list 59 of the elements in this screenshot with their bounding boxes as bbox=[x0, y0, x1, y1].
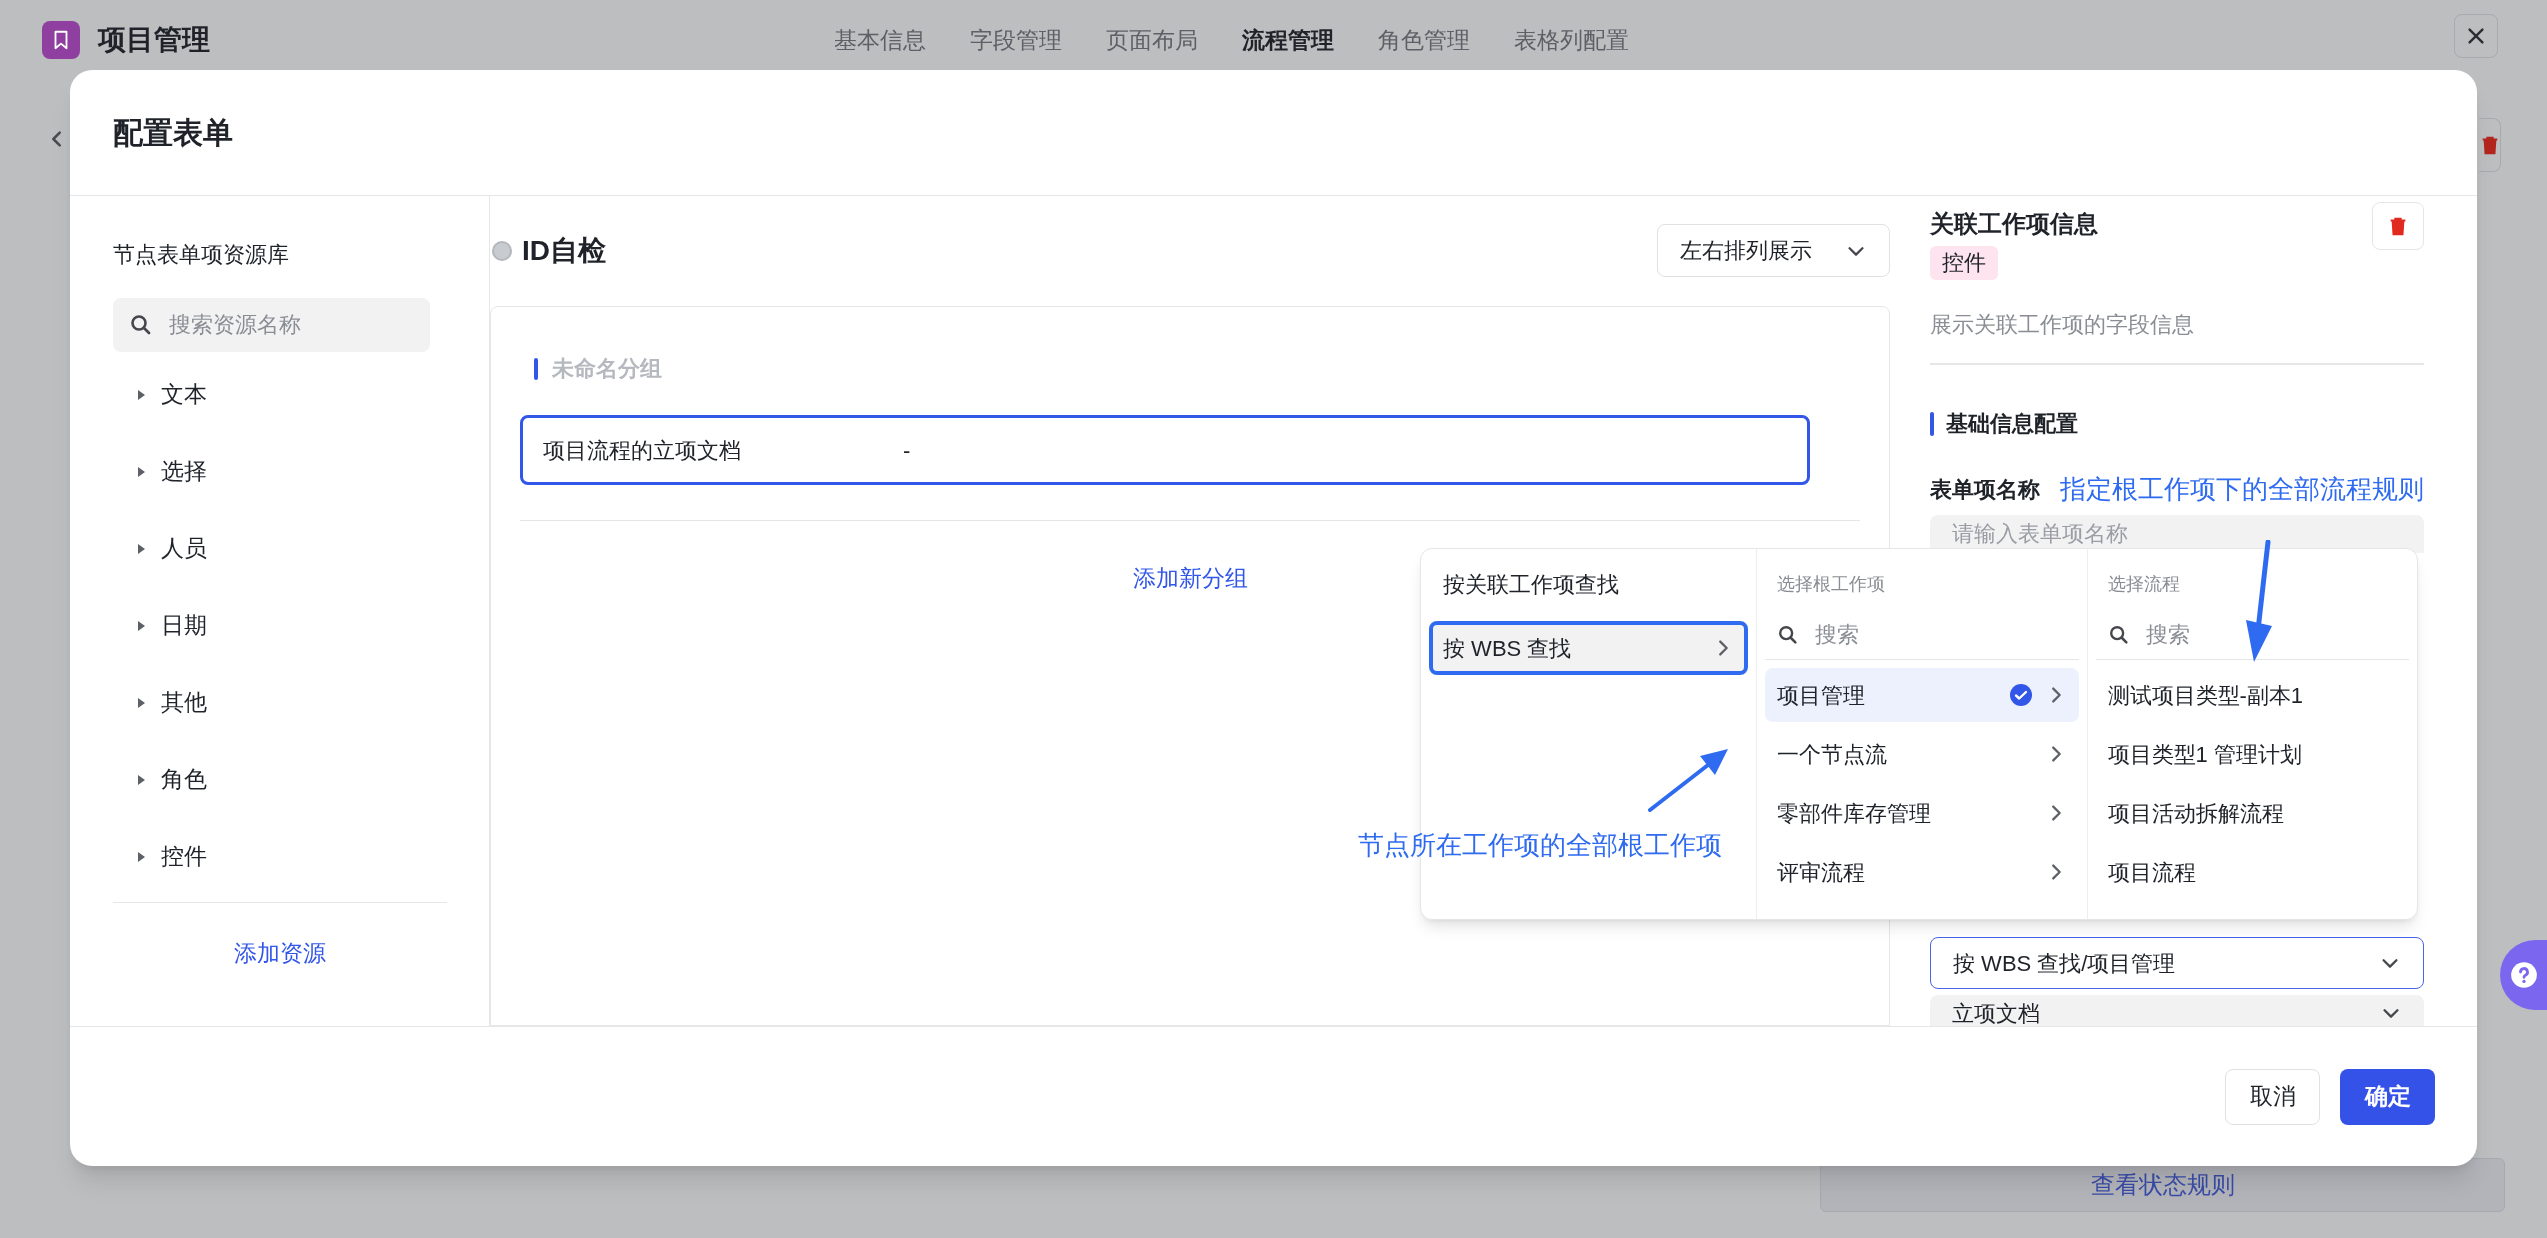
root-item[interactable]: 一个节点流 bbox=[1765, 727, 2079, 781]
column-header: 选择根工作项 bbox=[1776, 573, 1886, 596]
close-button[interactable] bbox=[2454, 14, 2498, 58]
cancel-button[interactable]: 取消 bbox=[2225, 1068, 2320, 1125]
category-item[interactable]: 日期 bbox=[161, 608, 207, 643]
component-title: 关联工作项信息 bbox=[1930, 209, 2098, 239]
confirm-button[interactable]: 确定 bbox=[2340, 1068, 2435, 1125]
root-item[interactable]: 项目管理 bbox=[1765, 668, 2079, 722]
annotation-text: 指定根工作项下的全部流程规则 bbox=[2060, 473, 2424, 506]
app-title: 项目管理 bbox=[98, 23, 210, 57]
root-item[interactable]: 评审流程 bbox=[1765, 845, 2079, 899]
category-item[interactable]: 其他 bbox=[161, 685, 207, 720]
modal-title: 配置表单 bbox=[113, 115, 233, 151]
category-item[interactable]: 控件 bbox=[161, 839, 207, 874]
component-description: 展示关联工作项的字段信息 bbox=[1930, 311, 2195, 339]
search-field[interactable]: 搜索 bbox=[1765, 610, 2079, 659]
search-mode-item[interactable]: 按 WBS 查找 bbox=[1429, 621, 1748, 675]
category-item[interactable]: 人员 bbox=[161, 531, 207, 566]
form-field-row[interactable]: 项目流程的立项文档 - bbox=[520, 415, 1810, 485]
search-icon bbox=[129, 313, 153, 337]
help-button[interactable] bbox=[2500, 940, 2547, 1010]
source-select[interactable]: 按 WBS 查找/项目管理 bbox=[1930, 937, 2424, 989]
close-icon bbox=[2465, 25, 2487, 47]
search-icon bbox=[1777, 624, 1799, 646]
annotation-text: 节点所在工作项的全部根工作项 bbox=[1358, 829, 1722, 862]
flow-item[interactable]: 项目活动拆解流程 bbox=[2095, 786, 2409, 840]
category-item[interactable]: 选择 bbox=[161, 454, 207, 489]
group-marker bbox=[534, 357, 538, 380]
search-field[interactable]: 搜索资源名称 bbox=[113, 298, 430, 352]
id-check-label: ID自检 bbox=[522, 233, 606, 268]
nav-tab[interactable]: 流程管理 bbox=[1242, 22, 1334, 58]
section-marker bbox=[1930, 411, 1934, 436]
trash-icon bbox=[2481, 134, 2498, 156]
document-select[interactable]: 立项文档 bbox=[1930, 995, 2424, 1026]
flow-item[interactable]: 项目流程 bbox=[2095, 845, 2409, 899]
category-item[interactable]: 角色 bbox=[161, 762, 207, 797]
flow-item[interactable]: 项目类型1 管理计划 bbox=[2095, 727, 2409, 781]
field-label: 项目流程的立项文档 bbox=[543, 436, 742, 465]
search-field[interactable]: 搜索 bbox=[2095, 610, 2409, 659]
group-title: 未命名分组 bbox=[552, 355, 662, 383]
search-mode-item[interactable]: 按关联工作项查找 bbox=[1429, 557, 1748, 611]
panel-title: 节点表单项资源库 bbox=[113, 241, 290, 269]
field-label: 表单项名称 bbox=[1930, 476, 2040, 504]
id-check-radio[interactable] bbox=[492, 240, 512, 261]
flow-item[interactable]: 测试项目类型-副本1 bbox=[2095, 668, 2409, 722]
add-group-link[interactable]: 添加新分组 bbox=[1132, 561, 1248, 596]
help-icon bbox=[2510, 961, 2538, 989]
root-item[interactable]: 零部件库存管理 bbox=[1765, 786, 2079, 840]
category-item[interactable]: 文本 bbox=[161, 377, 207, 412]
component-tag: 控件 bbox=[1930, 246, 1998, 280]
add-resource-link[interactable]: 添加资源 bbox=[234, 935, 326, 971]
layout-select[interactable]: 左右排列展示 bbox=[1657, 224, 1890, 277]
field-value: - bbox=[903, 436, 911, 465]
delete-button[interactable] bbox=[2479, 118, 2501, 172]
section-title: 基础信息配置 bbox=[1946, 410, 2078, 438]
column-header: 选择流程 bbox=[2106, 573, 2181, 596]
name-input[interactable]: 请输入表单项名称 bbox=[1930, 515, 2424, 553]
check-circle-icon bbox=[2008, 683, 2033, 707]
search-icon bbox=[2107, 624, 2130, 646]
